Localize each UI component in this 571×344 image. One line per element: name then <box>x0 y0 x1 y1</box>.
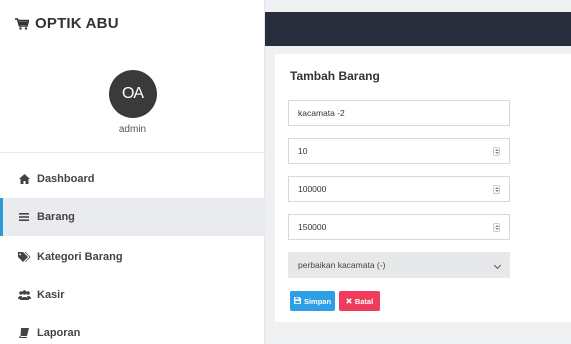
sidebar-item-barang[interactable]: Barang <box>0 198 265 236</box>
save-label: Simpan <box>303 296 332 306</box>
select-value: perbaikan kacamata (-) <box>298 260 386 270</box>
top-navbar <box>265 12 571 46</box>
stok-input[interactable]: 10 <box>288 138 510 164</box>
field-value: kacamata -2 <box>298 108 345 118</box>
home-icon <box>17 173 31 185</box>
avatar-text: OA <box>121 85 144 102</box>
sidebar-item-label: Laporan <box>37 327 81 339</box>
sidebar-item-kategori-barang[interactable]: Kategori Barang <box>0 238 265 276</box>
cancel-button[interactable]: Batal <box>339 291 380 311</box>
field-value: 150000 <box>298 222 327 232</box>
brand[interactable]: OPTIK ABU <box>15 15 119 32</box>
sidebar-item-kasir[interactable]: Kasir <box>0 276 265 314</box>
sidebar-item-label: Kasir <box>37 289 65 301</box>
chevron-down-icon <box>493 261 502 270</box>
avatar: OA <box>108 70 157 118</box>
close-icon <box>346 297 352 306</box>
sidebar-item-label: Kategori Barang <box>37 251 123 263</box>
sidebar-item-label: Dashboard <box>37 173 95 185</box>
stepper-icon[interactable] <box>493 147 500 156</box>
nama-barang-input[interactable]: kacamata -2 <box>288 100 510 126</box>
sidebar: OPTIK ABU OA admin Dashboard Barang Kate… <box>0 0 265 344</box>
form-card: Tambah Barang kacamata -2 10 100000 1500… <box>275 54 571 322</box>
kategori-select[interactable]: perbaikan kacamata (-) <box>288 252 510 278</box>
sidebar-item-dashboard[interactable]: Dashboard <box>0 160 265 198</box>
field-value: 10 <box>298 146 308 156</box>
save-button[interactable]: Simpan <box>290 291 335 311</box>
sidebar-item-laporan[interactable]: Laporan <box>0 314 265 344</box>
harga-jual-input[interactable]: 150000 <box>288 214 510 240</box>
bars-icon <box>17 211 31 223</box>
harga-beli-input[interactable]: 100000 <box>288 176 510 202</box>
field-value: 100000 <box>298 184 327 194</box>
form-title: Tambah Barang <box>290 69 380 83</box>
sidebar-item-label: Barang <box>37 211 75 223</box>
profile-name: admin <box>118 124 147 135</box>
user-profile: OA admin <box>0 70 265 135</box>
stepper-icon[interactable] <box>493 185 500 194</box>
book-icon <box>17 327 31 339</box>
sidebar-divider <box>0 152 265 153</box>
cart-icon <box>15 17 29 30</box>
tags-icon <box>17 251 31 263</box>
users-icon <box>17 289 31 301</box>
brand-title: OPTIK ABU <box>35 15 119 32</box>
cancel-label: Batal <box>354 296 374 306</box>
save-icon <box>293 296 301 306</box>
stepper-icon[interactable] <box>493 223 500 232</box>
